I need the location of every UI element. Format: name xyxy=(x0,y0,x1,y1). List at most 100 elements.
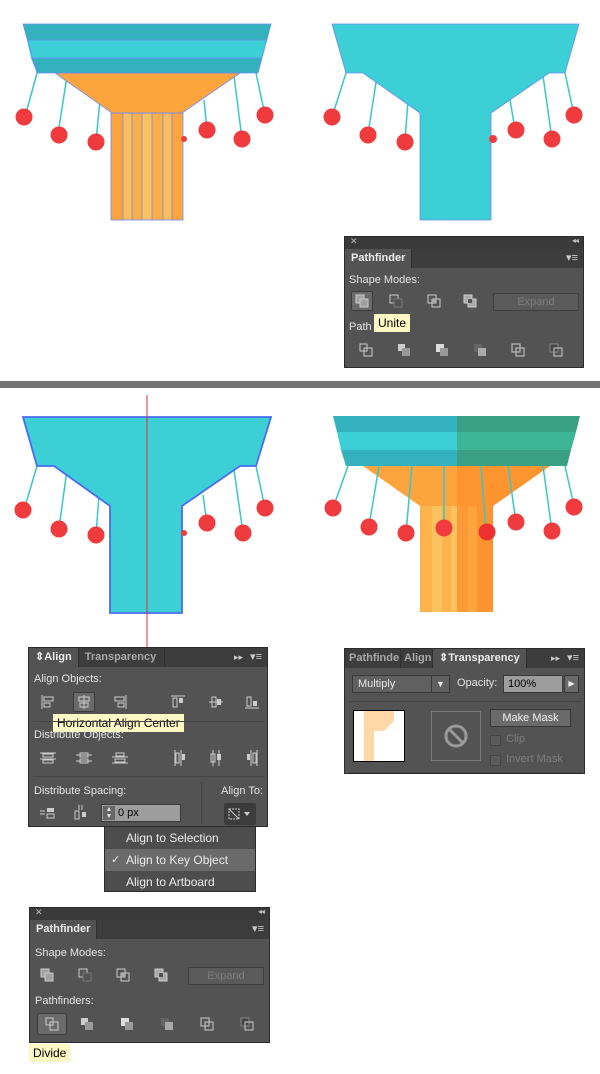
align-panel: ⇕Align Transparency ▸▸ ▾≡ Align Objects:… xyxy=(28,647,268,827)
horizontal-distribute-center-button[interactable] xyxy=(205,748,227,768)
vertical-align-bottom-icon xyxy=(245,696,259,709)
tab-grip-icon: ⇕ xyxy=(439,652,449,664)
panel-menu-icon[interactable]: ▾≡ xyxy=(250,648,262,667)
exclude-button[interactable] xyxy=(150,965,172,985)
artwork-thumbnail[interactable] xyxy=(353,710,405,762)
opacity-input[interactable]: 100% xyxy=(503,675,563,693)
menu-item-align-to-selection[interactable]: Align to Selection xyxy=(105,827,255,849)
transparency-panel: Pathfinde Align ⇕Transparency ▸▸ ▾≡ Mult… xyxy=(344,648,585,774)
vertical-align-center-icon xyxy=(209,696,223,708)
opacity-slider-button[interactable]: ▶ xyxy=(564,675,579,693)
trim-button[interactable] xyxy=(76,1014,98,1034)
minus-back-button[interactable] xyxy=(236,1014,258,1034)
expand-panel-icon[interactable]: ▸▸ xyxy=(234,648,243,667)
intersect-button[interactable] xyxy=(112,965,134,985)
horizontal-align-left-button[interactable] xyxy=(37,692,59,712)
align-to-dropdown[interactable] xyxy=(224,803,256,825)
menu-item-align-to-key-object[interactable]: ✓ Align to Key Object xyxy=(105,849,255,871)
tab-align[interactable]: ⇕Align xyxy=(29,648,79,667)
panel-menu-icon[interactable]: ▾≡ xyxy=(566,249,578,268)
orange-funnel xyxy=(363,466,550,506)
panel-menu-icon[interactable]: ▾≡ xyxy=(252,920,264,939)
vertical-distribute-bottom-icon xyxy=(112,752,128,764)
minus-back-button[interactable] xyxy=(545,340,567,360)
checkmark-icon: ✓ xyxy=(111,854,121,866)
divider xyxy=(349,772,582,773)
unite-button[interactable] xyxy=(351,291,373,311)
tab-pathfinder[interactable]: Pathfinder xyxy=(30,920,98,939)
merge-button[interactable] xyxy=(116,1014,138,1034)
unite-icon xyxy=(40,968,54,982)
minus-front-button[interactable] xyxy=(74,965,96,985)
exclude-button[interactable] xyxy=(459,291,481,311)
vertical-distribute-space-icon xyxy=(40,808,55,819)
minus-front-button[interactable] xyxy=(385,291,407,311)
orange-stem-stripes xyxy=(420,506,493,612)
chevron-down-icon: ▼ xyxy=(431,675,449,693)
tab-pathfinder[interactable]: Pathfinde xyxy=(345,649,401,668)
vertical-distribute-bottom-button[interactable] xyxy=(109,748,131,768)
expand-button[interactable]: Expand xyxy=(188,967,264,985)
panel-titlebar: ✕ ◂◂ xyxy=(30,907,269,920)
expand-button[interactable]: Expand xyxy=(493,293,579,311)
trim-button[interactable] xyxy=(393,340,415,360)
crop-button[interactable] xyxy=(469,340,491,360)
horizontal-distribute-right-icon xyxy=(247,750,258,766)
horizontal-align-center-button[interactable] xyxy=(73,692,95,712)
divide-button[interactable] xyxy=(355,340,377,360)
make-mask-button[interactable]: Make Mask xyxy=(490,709,571,727)
vertical-align-bottom-button[interactable] xyxy=(241,692,263,712)
outline-button[interactable] xyxy=(507,340,529,360)
crop-button[interactable] xyxy=(156,1014,178,1034)
tooltip-divide: Divide xyxy=(29,1044,71,1062)
unite-icon xyxy=(355,294,369,308)
collapse-icon[interactable]: ◂◂ xyxy=(258,907,265,916)
tab-transparency[interactable]: Transparency xyxy=(79,648,165,667)
exclude-icon xyxy=(154,968,168,982)
collapse-icon[interactable]: ◂◂ xyxy=(572,236,579,245)
invert-mask-label: Invert Mask xyxy=(506,753,563,765)
clip-checkbox[interactable] xyxy=(490,735,501,746)
merge-icon xyxy=(121,1018,133,1030)
vertical-align-top-icon xyxy=(171,695,185,708)
expand-panel-icon[interactable]: ▸▸ xyxy=(551,649,560,668)
minus-front-icon xyxy=(78,968,92,982)
panel-menu-icon[interactable]: ▾≡ xyxy=(567,649,579,668)
blend-mode-select[interactable]: Multiply ▼ xyxy=(352,675,450,693)
divider xyxy=(349,701,582,702)
divider xyxy=(201,782,202,824)
horizontal-distribute-right-button[interactable] xyxy=(241,748,263,768)
merge-button[interactable] xyxy=(431,340,453,360)
horizontal-distribute-space-button[interactable] xyxy=(69,803,91,823)
crop-icon xyxy=(161,1018,173,1030)
artwork-united-shape xyxy=(323,23,583,221)
mask-thumbnail[interactable] xyxy=(431,711,481,761)
close-icon[interactable]: ✕ xyxy=(35,907,43,918)
divide-button[interactable] xyxy=(37,1013,67,1035)
tab-transparency[interactable]: ⇕Transparency xyxy=(433,649,527,668)
exclude-icon xyxy=(463,294,477,308)
pathfinder-panel-unite: ✕ ◂◂ Pathfinder ▾≡ Shape Modes: Expand P… xyxy=(344,236,584,368)
blend-mode-value: Multiply xyxy=(358,678,396,690)
horizontal-align-right-button[interactable] xyxy=(109,692,131,712)
vertical-align-center-button[interactable] xyxy=(205,692,227,712)
invert-mask-checkbox[interactable] xyxy=(490,755,501,766)
horizontal-distribute-left-button[interactable] xyxy=(169,748,191,768)
intersect-button[interactable] xyxy=(423,291,445,311)
clip-label: Clip xyxy=(506,733,525,745)
outline-button[interactable] xyxy=(196,1014,218,1034)
tab-pathfinder[interactable]: Pathfinder xyxy=(345,249,413,268)
vertical-distribute-center-button[interactable] xyxy=(73,748,95,768)
vertical-align-top-button[interactable] xyxy=(167,692,189,712)
vertical-distribute-top-button[interactable] xyxy=(37,748,59,768)
vertical-distribute-space-button[interactable] xyxy=(37,803,59,823)
horizontal-align-center-icon xyxy=(78,695,90,709)
horizontal-distribute-center-icon xyxy=(210,750,221,766)
spacing-input[interactable]: ▲ ▼ 0 px xyxy=(101,804,181,822)
tab-align[interactable]: Align xyxy=(401,649,433,668)
stepper-icon[interactable]: ▲ ▼ xyxy=(103,806,115,820)
unite-button[interactable] xyxy=(36,965,58,985)
close-icon[interactable]: ✕ xyxy=(350,236,358,247)
menu-item-align-to-artboard[interactable]: Align to Artboard xyxy=(105,871,255,893)
crop-icon xyxy=(474,344,486,356)
